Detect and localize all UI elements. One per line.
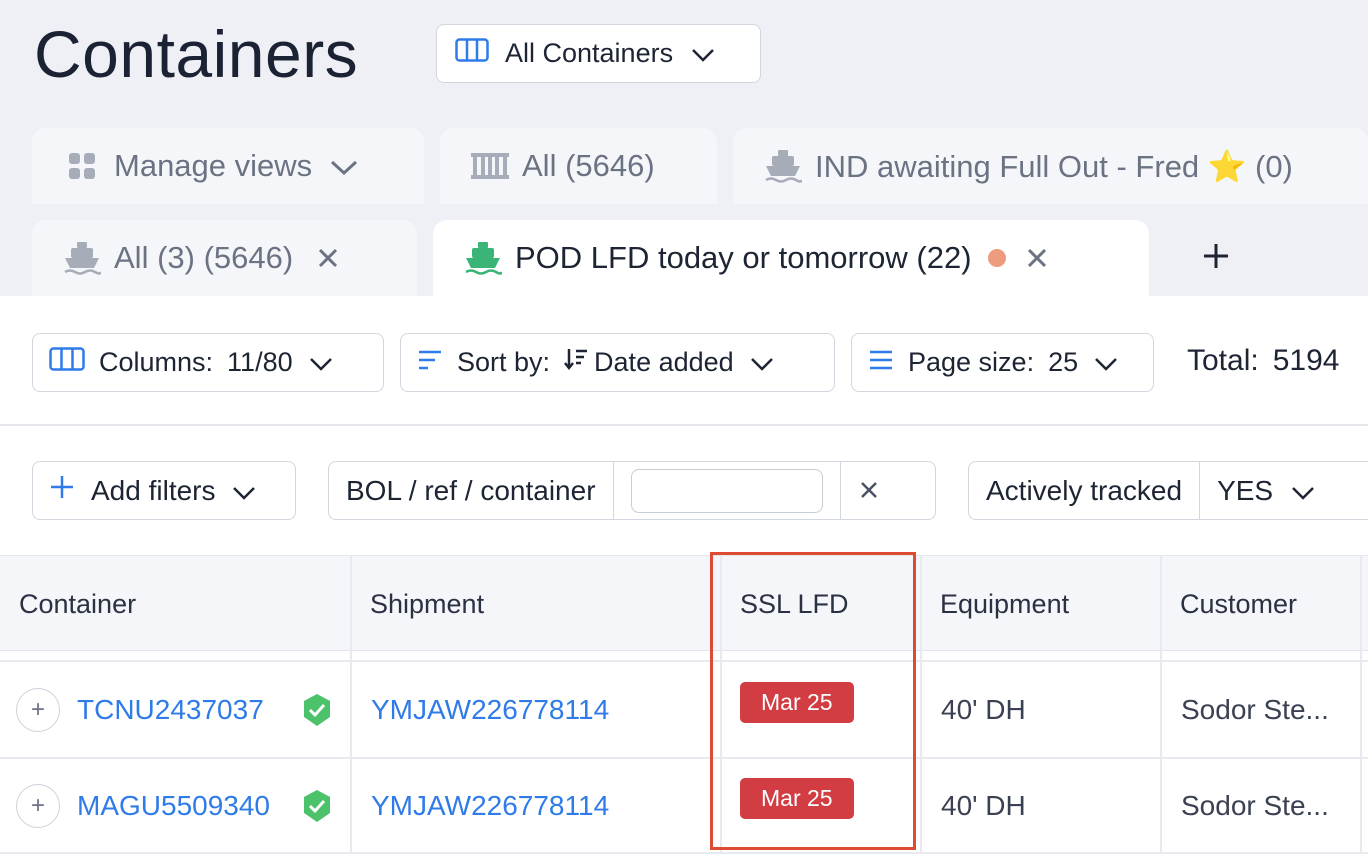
search-filter: BOL / ref / container bbox=[328, 461, 936, 520]
actively-tracked-value: YES bbox=[1217, 474, 1274, 506]
equipment-cell: 40' DH bbox=[941, 790, 1026, 821]
clear-search-button[interactable] bbox=[841, 462, 897, 519]
table-row[interactable]: + MAGU5509340 YMJAW226778114 Mar 25 40' … bbox=[0, 758, 1368, 854]
plus-icon: + bbox=[16, 784, 60, 828]
sort-desc-icon bbox=[564, 347, 588, 378]
search-input-wrap bbox=[614, 462, 841, 519]
close-icon[interactable] bbox=[315, 245, 341, 271]
chevron-down-icon bbox=[232, 475, 256, 507]
unsaved-dot bbox=[987, 249, 1006, 267]
page-title: Containers bbox=[34, 17, 359, 91]
add-filters-button[interactable]: Add filters bbox=[32, 461, 296, 520]
ship-icon bbox=[763, 146, 803, 186]
tab-label: All (5646) bbox=[522, 148, 655, 183]
verified-shield-icon bbox=[302, 662, 332, 758]
total-count: Total: 5194 bbox=[1187, 344, 1339, 378]
actively-tracked-label: Actively tracked bbox=[969, 462, 1201, 519]
plus-icon: + bbox=[16, 688, 60, 732]
ship-icon bbox=[62, 238, 102, 278]
columns-button[interactable]: Columns: 11/80 bbox=[32, 333, 384, 392]
table-row[interactable]: + TCNU2437037 YMJAW226778114 Mar 25 40' … bbox=[0, 662, 1368, 758]
tab-pod-lfd[interactable]: POD LFD today or tomorrow (22) bbox=[433, 220, 1149, 296]
lfd-badge: Mar 25 bbox=[740, 681, 854, 723]
tab-all-3[interactable]: All (3) (5646) bbox=[32, 220, 417, 296]
page-size-button[interactable]: Page size: 25 bbox=[851, 333, 1154, 392]
customer-cell: Sodor Ste... bbox=[1181, 694, 1329, 725]
verified-shield-icon bbox=[302, 758, 332, 854]
shipment-link[interactable]: YMJAW226778114 bbox=[371, 758, 609, 854]
actively-tracked-filter[interactable]: Actively tracked YES bbox=[968, 461, 1368, 520]
sort-value: Date added bbox=[594, 347, 734, 377]
lfd-badge: Mar 25 bbox=[740, 777, 854, 819]
grid-icon bbox=[62, 146, 102, 186]
tab-label: All (3) (5646) bbox=[114, 240, 294, 275]
ship-icon bbox=[463, 238, 503, 278]
container-link[interactable]: TCNU2437037 bbox=[77, 662, 264, 758]
chevron-down-icon bbox=[330, 148, 358, 184]
total-label: Total: bbox=[1187, 344, 1259, 377]
add-tab-button[interactable] bbox=[1190, 232, 1242, 284]
view-select[interactable]: All Containers bbox=[436, 24, 761, 83]
search-filter-label: BOL / ref / container bbox=[329, 462, 614, 519]
tab-label: Manage views bbox=[114, 148, 313, 183]
divider bbox=[0, 424, 1368, 426]
column-header-equipment[interactable]: Equipment bbox=[940, 556, 1069, 652]
add-filters-label: Add filters bbox=[91, 474, 216, 506]
customer-cell: Sodor Ste... bbox=[1181, 790, 1329, 821]
tab-label: POD LFD today or tomorrow (22) bbox=[515, 240, 972, 275]
tab-label: IND awaiting Full Out - Fred ⭐ (0) bbox=[815, 148, 1293, 184]
chevron-down-icon bbox=[1291, 475, 1315, 507]
total-value: 5194 bbox=[1272, 344, 1340, 377]
expand-row-button[interactable]: + bbox=[16, 662, 60, 758]
list-icon bbox=[868, 347, 894, 378]
plus-icon bbox=[49, 474, 75, 507]
chevron-down-icon bbox=[1094, 347, 1118, 378]
chevron-down-icon bbox=[691, 38, 715, 69]
page-size-label: Page size: bbox=[908, 347, 1035, 377]
sort-lines-icon bbox=[417, 347, 443, 378]
shipment-link[interactable]: YMJAW226778114 bbox=[371, 662, 609, 758]
close-icon[interactable] bbox=[1024, 245, 1050, 271]
columns-label: Columns: bbox=[99, 347, 214, 377]
close-icon bbox=[859, 475, 879, 507]
ssl-lfd-cell: Mar 25 bbox=[740, 750, 854, 846]
columns-value: 11/80 bbox=[227, 347, 293, 377]
columns-icon bbox=[49, 347, 85, 378]
chevron-down-icon bbox=[750, 347, 774, 378]
tab-manage-views[interactable]: Manage views bbox=[32, 128, 424, 204]
plus-icon bbox=[1202, 242, 1230, 275]
search-input[interactable] bbox=[630, 468, 823, 513]
actively-tracked-select[interactable]: YES bbox=[1200, 462, 1332, 519]
container-link[interactable]: MAGU5509340 bbox=[77, 758, 270, 854]
columns-icon bbox=[455, 38, 489, 69]
column-header-container[interactable]: Container bbox=[19, 556, 136, 652]
equipment-cell: 40' DH bbox=[941, 694, 1026, 725]
expand-row-button[interactable]: + bbox=[16, 758, 60, 854]
page-size-value: 25 bbox=[1048, 347, 1079, 377]
column-header-shipment[interactable]: Shipment bbox=[370, 556, 484, 652]
column-header-ssl-lfd[interactable]: SSL LFD bbox=[740, 556, 849, 652]
container-icon bbox=[470, 146, 510, 186]
column-header-customer[interactable]: Customer bbox=[1180, 556, 1297, 652]
tab-all[interactable]: All (5646) bbox=[440, 128, 717, 204]
chevron-down-icon bbox=[309, 347, 333, 378]
sort-button[interactable]: Sort by: Date added bbox=[400, 333, 835, 392]
view-select-label: All Containers bbox=[505, 38, 674, 68]
ssl-lfd-cell: Mar 25 bbox=[740, 654, 854, 750]
tab-ind-awaiting[interactable]: IND awaiting Full Out - Fred ⭐ (0) bbox=[733, 128, 1368, 204]
sort-label: Sort by: bbox=[457, 347, 551, 377]
table-header: Container Shipment SSL LFD Equipment Cus… bbox=[0, 555, 1368, 651]
